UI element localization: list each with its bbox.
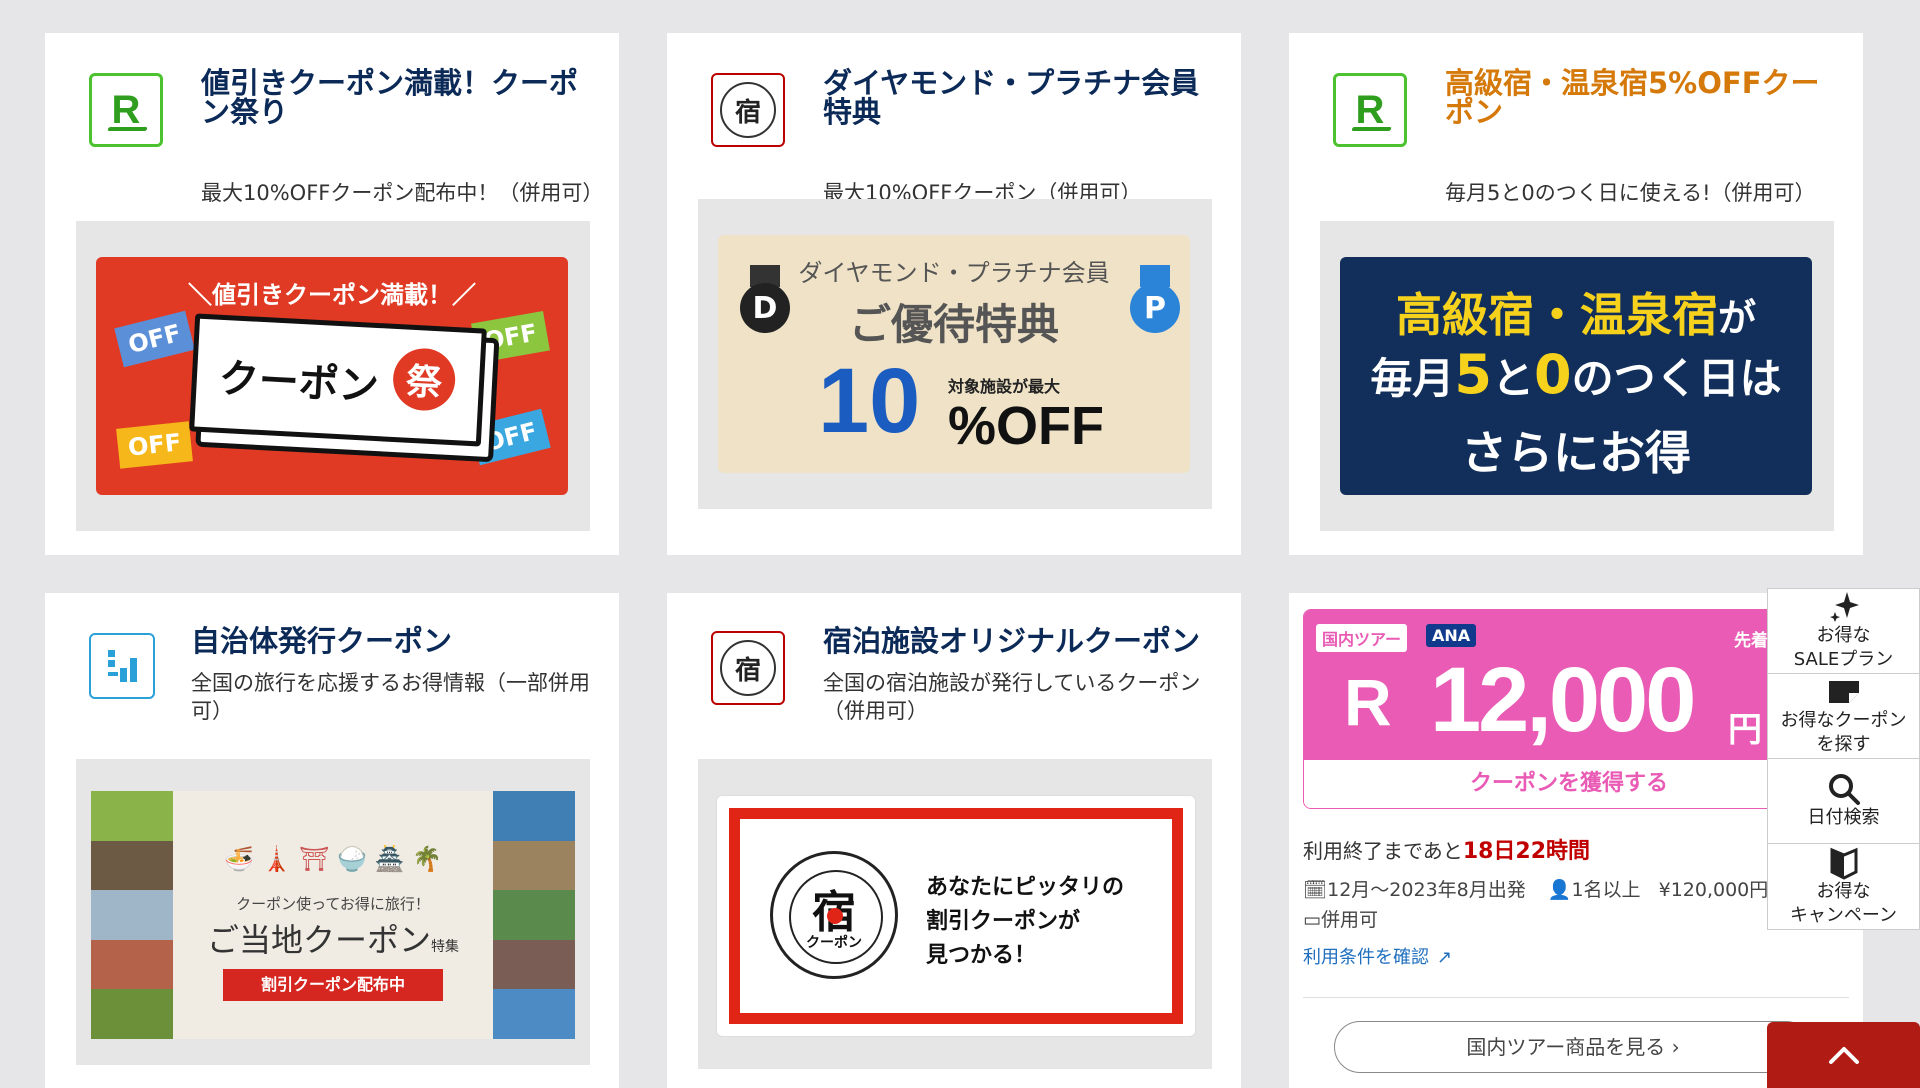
yado-coupon-logo-icon: 宿: [711, 73, 785, 147]
tour-details: 🗓12月～2023年8月出発 👤1名以上 ¥120,000円以上: [1303, 875, 1806, 902]
banner-small-text: クーポン使ってお得に旅行！: [236, 895, 430, 913]
bookmark-badge-icon: [1829, 846, 1859, 880]
view-tour-products-button[interactable]: 国内ツアー商品を見る ›: [1334, 1021, 1812, 1073]
banner-note: 対象施設が最大: [948, 377, 1061, 396]
banner-main-text: ご当地クーポン特集: [206, 921, 459, 959]
banner-line3: さらにお得: [1461, 426, 1691, 480]
banner-container: D P ダイヤモンド・プラチナ会員 ご優待特典 10 対象施設が最大 %OFF: [698, 199, 1212, 509]
diamond-platinum-banner[interactable]: D P ダイヤモンド・プラチナ会員 ご優待特典 10 対象施設が最大 %OFF: [718, 235, 1190, 473]
menu-sale-plans[interactable]: お得な SALEプラン: [1768, 589, 1919, 674]
banner-big-number: 10: [818, 350, 921, 452]
banner-line2: 毎月5と0のつく日は: [1370, 343, 1782, 406]
banner-container: 高級宿・温泉宿が 毎月5と0のつく日は さらにお得: [1320, 221, 1834, 531]
chevron-right-icon: ›: [1665, 1035, 1680, 1059]
rakuten-logo-icon: R: [89, 73, 163, 147]
floating-side-menu: お得な SALEプラン お得なクーポン を探す 日付検索 お得な キャンペーン: [1767, 588, 1920, 930]
card-subtitle: 全国の旅行を応援するお得情報（一部併用可）: [191, 671, 590, 723]
card-title: ダイヤモンド・プラチナ会員特典: [823, 66, 1200, 129]
coupon-ribbon: 割引クーポン配布中: [223, 969, 443, 1001]
coupon-card-municipal[interactable]: 自治体発行クーポン 全国の旅行を応援するお得情報（一部併用可） 🍜 🗼 ⛩ 🍚 …: [45, 593, 619, 1088]
facility-coupon-banner[interactable]: 宿 クーポン あなたにピッタリの 割引クーポンが 見つかる！: [716, 795, 1196, 1037]
banner-line2: ご優待特典: [848, 300, 1059, 349]
coupon-card-facility-original[interactable]: 宿 宿泊施設オリジナルクーポン 全国の宿泊施設が発行しているクーポン（併用可） …: [667, 593, 1241, 1088]
card-title: 値引きクーポン満載！クーポン祭り: [201, 66, 579, 129]
coupon-amount: 12,000: [1430, 649, 1696, 751]
off-tag: OFF: [116, 421, 194, 469]
yen-icon: ¥: [1658, 879, 1671, 901]
banner-main-text: クーポン: [217, 355, 380, 411]
tag-ana: ANA: [1426, 624, 1477, 647]
divider: [1303, 997, 1849, 998]
ticket-icon: ▭: [1303, 909, 1321, 931]
back-to-top-button[interactable]: [1767, 1022, 1920, 1088]
combinable-row: ▭併用可: [1303, 909, 1378, 931]
coupon-ticket-icon: [1827, 675, 1861, 709]
tag-domestic-tour: 国内ツアー: [1316, 624, 1408, 652]
get-coupon-button[interactable]: クーポンを獲得する: [1304, 760, 1834, 808]
photo-column-left: [91, 791, 173, 1039]
landmark-icons: 🍜 🗼 ⛩ 🍚 🏯 🌴: [223, 845, 443, 873]
local-coupon-banner[interactable]: 🍜 🗼 ⛩ 🍚 🏯 🌴 クーポン使ってお得に旅行！ ご当地クーポン特集 割引クー…: [91, 791, 575, 1039]
card-title: 高級宿・温泉宿5%OFFクーポン: [1445, 66, 1820, 129]
sparkle-icon: [1827, 590, 1861, 624]
card-subtitle: 毎月5と0のつく日に使える!（併用可）: [1445, 181, 1816, 205]
banner-container: 🍜 🗼 ⛩ 🍚 🏯 🌴 クーポン使ってお得に旅行！ ご当地クーポン特集 割引クー…: [76, 759, 590, 1065]
coupon-card-festival[interactable]: R 値引きクーポン満載！クーポン祭り 最大10%OFFクーポン配布中！（併用可）…: [45, 33, 619, 555]
external-link-icon: ↗: [1437, 947, 1453, 968]
rakuten-r-icon: R: [1344, 665, 1392, 739]
menu-date-search[interactable]: 日付検索: [1768, 759, 1919, 844]
menu-find-coupons[interactable]: お得なクーポン を探す: [1768, 674, 1919, 759]
menu-campaigns[interactable]: お得な キャンペーン: [1768, 844, 1919, 929]
off-tag: OFF: [114, 310, 195, 368]
tour-coupon-ticket[interactable]: 国内ツアー ANA 先着利用 R 12,000 円 クーポンを獲得する: [1303, 609, 1835, 809]
coupon-yen: 円: [1728, 710, 1762, 750]
banner-container: ＼値引きクーポン満載！／ OFF OFF OFF OFF クーポン 祭: [76, 221, 590, 531]
calendar-icon: 🗓: [1303, 879, 1328, 901]
coupon-ticket: クーポン 祭: [189, 313, 487, 447]
terms-link[interactable]: 利用条件を確認 ↗: [1303, 943, 1452, 969]
coupon-card-luxury-onsen[interactable]: R 高級宿・温泉宿5%OFFクーポン 毎月5と0のつく日に使える!（併用可） 高…: [1289, 33, 1863, 555]
card-subtitle: 全国の宿泊施設が発行しているクーポン（併用可）: [823, 671, 1201, 723]
yado-coupon-logo-icon: 宿: [711, 631, 785, 705]
off-tag: OFF: [470, 408, 551, 466]
banner-off: %OFF: [948, 396, 1104, 456]
person-icon: 👤: [1547, 879, 1572, 901]
coupon-card-diamond-platinum[interactable]: 宿 ダイヤモンド・プラチナ会員特典 最大10%OFFクーポン（併用可） D P …: [667, 33, 1241, 555]
banner-container: 宿 クーポン あなたにピッタリの 割引クーポンが 見つかる！: [698, 759, 1212, 1069]
card-subtitle: 最大10%OFFクーポン配布中！（併用可）: [201, 181, 604, 205]
remaining-time: 利用終了まであと18日22時間: [1303, 839, 1591, 864]
people-count: 1名以上: [1571, 879, 1641, 901]
banner-line1: ダイヤモンド・プラチナ会員: [798, 259, 1110, 287]
banner-headline: ＼値引きクーポン満載！／: [188, 281, 476, 309]
departure-period: 12月～2023年8月出発: [1327, 879, 1526, 901]
card-title: 宿泊施設オリジナルクーポン: [823, 624, 1201, 658]
coupon-festival-banner[interactable]: ＼値引きクーポン満載！／ OFF OFF OFF OFF クーポン 祭: [96, 257, 568, 495]
yado-seal-icon: 宿 クーポン: [770, 851, 898, 979]
photo-column-right: [493, 791, 575, 1039]
card-title: 自治体発行クーポン: [191, 624, 453, 658]
search-icon: [1827, 772, 1861, 806]
rakuten-logo-icon: R: [1333, 73, 1407, 147]
chevron-up-icon: [1828, 1047, 1859, 1064]
banner-copy: あなたにピッタリの 割引クーポンが 見つかる！: [926, 875, 1125, 968]
luxury-onsen-banner[interactable]: 高級宿・温泉宿が 毎月5と0のつく日は さらにお得: [1340, 257, 1812, 495]
festival-seal: 祭: [391, 346, 457, 413]
banner-line1: 高級宿・温泉宿が: [1395, 288, 1756, 342]
municipal-map-icon: [89, 633, 155, 699]
